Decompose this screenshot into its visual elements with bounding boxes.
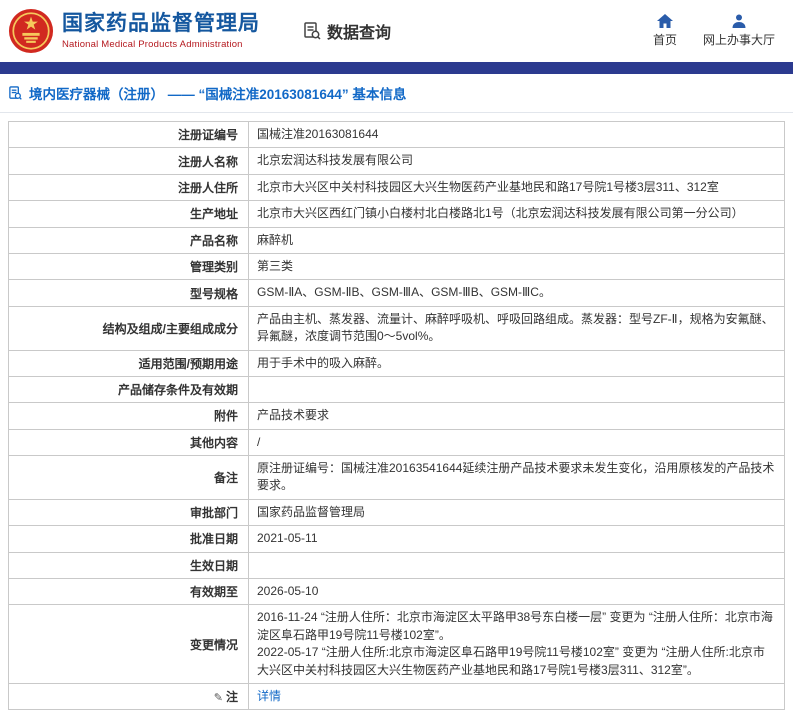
field-value: 北京宏润达科技发展有限公司	[249, 148, 785, 174]
table-row: 适用范围/预期用途用于手术中的吸入麻醉。	[9, 350, 785, 376]
field-value: 产品由主机、蒸发器、流量计、麻醉呼吸机、呼吸回路组成。蒸发器：型号ZF-Ⅱ，规格…	[249, 306, 785, 350]
field-value	[249, 552, 785, 578]
table-row: 注册人名称北京宏润达科技发展有限公司	[9, 148, 785, 174]
field-value: 国家药品监督管理局	[249, 499, 785, 525]
user-icon	[732, 14, 746, 28]
header-divider-bar	[0, 62, 793, 74]
nav-home[interactable]: 首页	[653, 14, 677, 48]
table-row: 注详情	[9, 683, 785, 709]
field-label: 生产地址	[9, 201, 249, 227]
table-row: 有效期至2026-05-10	[9, 579, 785, 605]
main-content: 境内医疗器械（注册） —— “国械注准20163081644” 基本信息 注册证…	[0, 74, 793, 724]
field-value: 麻醉机	[249, 227, 785, 253]
details-link[interactable]: 详情	[257, 689, 281, 703]
page-title-row: 境内医疗器械（注册） —— “国械注准20163081644” 基本信息	[0, 74, 793, 113]
table-wrap: 注册证编号国械注准20163081644注册人名称北京宏润达科技发展有限公司注册…	[0, 113, 793, 724]
field-label: 管理类别	[9, 253, 249, 279]
field-label: 结构及组成/主要组成成分	[9, 306, 249, 350]
field-value: 产品技术要求	[249, 403, 785, 429]
agency-title: 国家药品监督管理局	[62, 12, 260, 36]
table-row: 生效日期	[9, 552, 785, 578]
field-value: 国械注准20163081644	[249, 122, 785, 148]
field-value: /	[249, 429, 785, 455]
brand-text: 国家药品监督管理局 National Medical Products Admi…	[62, 12, 260, 49]
site-header: 国家药品监督管理局 National Medical Products Admi…	[0, 0, 793, 62]
table-row: 型号规格GSM-ⅡA、GSM-ⅡB、GSM-ⅢA、GSM-ⅢB、GSM-ⅢC。	[9, 280, 785, 306]
nmpa-logo	[8, 8, 54, 54]
field-label: 适用范围/预期用途	[9, 350, 249, 376]
home-icon	[657, 14, 673, 28]
field-label: 注册人名称	[9, 148, 249, 174]
table-row: 注册人住所北京市大兴区中关村科技园区大兴生物医药产业基地民和路17号院1号楼3层…	[9, 174, 785, 200]
document-search-icon	[8, 85, 23, 101]
table-row: 审批部门国家药品监督管理局	[9, 499, 785, 525]
table-row: 管理类别第三类	[9, 253, 785, 279]
field-label: 有效期至	[9, 579, 249, 605]
field-value: 用于手术中的吸入麻醉。	[249, 350, 785, 376]
field-label: 变更情况	[9, 605, 249, 684]
table-row: 附件产品技术要求	[9, 403, 785, 429]
field-label: 批准日期	[9, 526, 249, 552]
info-table-body: 注册证编号国械注准20163081644注册人名称北京宏润达科技发展有限公司注册…	[9, 122, 785, 710]
nav-service-hall-label: 网上办事大厅	[703, 31, 775, 48]
field-label: 备注	[9, 456, 249, 500]
field-label: 注	[9, 683, 249, 709]
table-row: 批准日期2021-05-11	[9, 526, 785, 552]
table-row: 备注原注册证编号：国械注准20163541644延续注册产品技术要求未发生变化，…	[9, 456, 785, 500]
field-label: 注册证编号	[9, 122, 249, 148]
field-value: 2026-05-10	[249, 579, 785, 605]
field-label: 型号规格	[9, 280, 249, 306]
field-label: 其他内容	[9, 429, 249, 455]
table-row: 其他内容/	[9, 429, 785, 455]
data-query-section: 数据查询	[302, 19, 391, 43]
table-row: 产品储存条件及有效期	[9, 376, 785, 402]
info-table: 注册证编号国械注准20163081644注册人名称北京宏润达科技发展有限公司注册…	[8, 121, 785, 710]
field-value: 详情	[249, 683, 785, 709]
field-label: 注册人住所	[9, 174, 249, 200]
data-query-icon	[302, 21, 322, 41]
field-value	[249, 376, 785, 402]
agency-subtitle: National Medical Products Administration	[62, 39, 260, 50]
table-row: 产品名称麻醉机	[9, 227, 785, 253]
field-label: 产品储存条件及有效期	[9, 376, 249, 402]
brand: 国家药品监督管理局 National Medical Products Admi…	[8, 8, 260, 54]
data-query-label: 数据查询	[327, 19, 391, 43]
table-row: 结构及组成/主要组成成分产品由主机、蒸发器、流量计、麻醉呼吸机、呼吸回路组成。蒸…	[9, 306, 785, 350]
field-value: GSM-ⅡA、GSM-ⅡB、GSM-ⅢA、GSM-ⅢB、GSM-ⅢC。	[249, 280, 785, 306]
field-value: 第三类	[249, 253, 785, 279]
field-value: 北京市大兴区中关村科技园区大兴生物医药产业基地民和路17号院1号楼3层311、3…	[249, 174, 785, 200]
table-row: 生产地址北京市大兴区西红门镇小白楼村北白楼路北1号（北京宏润达科技发展有限公司第…	[9, 201, 785, 227]
page-title: 境内医疗器械（注册） —— “国械注准20163081644” 基本信息	[29, 83, 406, 103]
field-value: 2016-11-24 “注册人住所：北京市海淀区太平路甲38号东白楼一层” 变更…	[249, 605, 785, 684]
nav-home-label: 首页	[653, 31, 677, 48]
field-label: 附件	[9, 403, 249, 429]
note-icon	[214, 690, 226, 704]
table-row: 注册证编号国械注准20163081644	[9, 122, 785, 148]
field-label: 生效日期	[9, 552, 249, 578]
field-label: 产品名称	[9, 227, 249, 253]
top-nav: 首页 网上办事大厅	[653, 14, 779, 48]
table-row: 变更情况2016-11-24 “注册人住所：北京市海淀区太平路甲38号东白楼一层…	[9, 605, 785, 684]
nav-service-hall[interactable]: 网上办事大厅	[703, 14, 775, 48]
field-value: 原注册证编号：国械注准20163541644延续注册产品技术要求未发生变化，沿用…	[249, 456, 785, 500]
field-value: 北京市大兴区西红门镇小白楼村北白楼路北1号（北京宏润达科技发展有限公司第一分公司…	[249, 201, 785, 227]
field-value: 2021-05-11	[249, 526, 785, 552]
field-label: 审批部门	[9, 499, 249, 525]
